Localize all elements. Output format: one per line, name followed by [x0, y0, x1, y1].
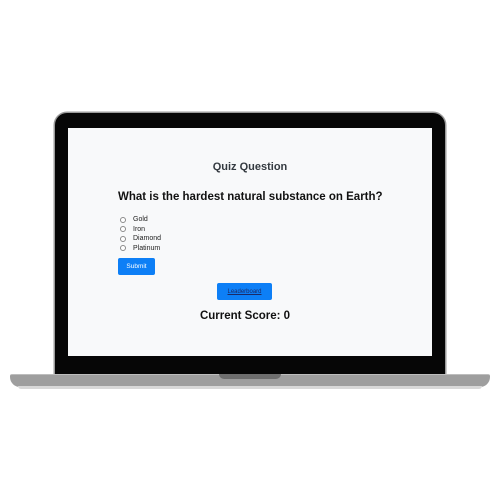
- radio-button[interactable]: [120, 216, 126, 223]
- leaderboard-button[interactable]: Leaderboard: [217, 283, 272, 300]
- answer-options: Gold Iron Diamond Platinum: [120, 215, 161, 253]
- radio-button[interactable]: [120, 226, 126, 233]
- laptop-mockup: Quiz Question What is the hardest natura…: [0, 0, 500, 500]
- page-title: Quiz Question: [212, 161, 288, 173]
- laptop-screen: Quiz Question What is the hardest natura…: [68, 128, 432, 356]
- submit-button[interactable]: Submit: [118, 258, 155, 275]
- option-gold[interactable]: Gold: [120, 215, 161, 225]
- option-iron[interactable]: Iron: [120, 225, 161, 235]
- laptop-notch: [219, 374, 281, 379]
- current-score: Current Score: 0: [199, 310, 291, 322]
- option-label: Gold: [133, 216, 148, 224]
- laptop-base-shadow: [18, 386, 482, 389]
- question-text: What is the hardest natural substance on…: [118, 191, 383, 203]
- radio-button[interactable]: [120, 235, 126, 242]
- option-label: Iron: [133, 225, 146, 233]
- option-label: Diamond: [133, 235, 162, 243]
- radio-button[interactable]: [120, 245, 126, 252]
- option-diamond[interactable]: Diamond: [120, 234, 161, 244]
- option-label: Platinum: [133, 244, 161, 252]
- option-platinum[interactable]: Platinum: [120, 244, 161, 254]
- leaderboard-link[interactable]: Leaderboard: [227, 289, 261, 295]
